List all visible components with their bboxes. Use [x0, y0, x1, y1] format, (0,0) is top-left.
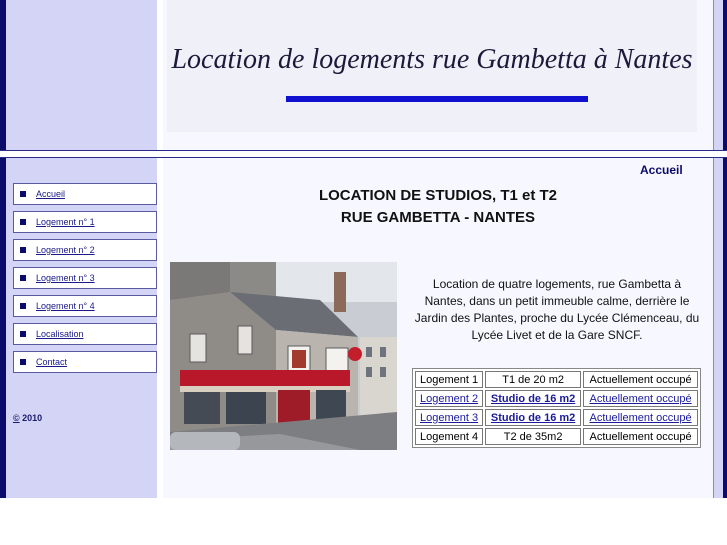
lodging-status-cell: Actuellement occupé — [583, 409, 698, 426]
page-title-line-2: RUE GAMBETTA - NANTES — [340, 209, 536, 226]
table-row: Logement 2 Studio de 16 m2 Actuellement … — [415, 390, 698, 407]
sidebar-item-label[interactable]: Logement n° 2 — [36, 245, 95, 255]
lodging-link[interactable]: Logement 3 — [420, 412, 478, 424]
header-separator — [0, 150, 727, 158]
square-bullet-icon — [20, 331, 26, 337]
square-bullet-icon — [20, 359, 26, 365]
copyright: © 2010 — [13, 413, 42, 423]
lodging-name-cell: Logement 3 — [415, 409, 484, 426]
table-row: Logement 4 T2 de 35m2 Actuellement occup… — [415, 428, 698, 445]
square-bullet-icon — [20, 191, 26, 197]
lodging-status: Actuellement occupé — [583, 428, 698, 445]
lodging-name: Logement 4 — [415, 428, 484, 445]
lodging-status-link[interactable]: Actuellement occupé — [589, 393, 691, 405]
lodging-type-cell: Studio de 16 m2 — [485, 390, 582, 407]
lodging-type-link[interactable]: Studio de 16 m2 — [491, 412, 575, 424]
table-row: Logement 1 T1 de 20 m2 Actuellement occu… — [415, 371, 698, 388]
lodging-type: T1 de 20 m2 — [485, 371, 582, 388]
sidebar-item-contact[interactable]: Contact — [13, 351, 157, 373]
page-frame: Location de logements rue Gambetta à Nan… — [0, 0, 727, 498]
title-underline — [286, 96, 588, 102]
lodging-link[interactable]: Logement 2 — [420, 393, 478, 405]
sidebar-item-accueil[interactable]: Accueil — [13, 183, 157, 205]
right-column — [713, 0, 723, 498]
square-bullet-icon — [20, 219, 26, 225]
sidebar-item-label[interactable]: Accueil — [36, 189, 65, 199]
page-title-line-1: LOCATION DE STUDIOS, T1 et T2 — [318, 187, 558, 204]
sidebar-item-logement-2[interactable]: Logement n° 2 — [13, 239, 157, 261]
sidebar-item-label[interactable]: Logement n° 1 — [36, 217, 95, 227]
sidebar-item-logement-4[interactable]: Logement n° 4 — [13, 295, 157, 317]
description-text: Location de quatre logements, rue Gambet… — [414, 277, 700, 342]
lodging-type-link[interactable]: Studio de 16 m2 — [491, 393, 575, 405]
copyright-year: 2010 — [22, 413, 43, 423]
sidebar-item-label[interactable]: Logement n° 4 — [36, 301, 95, 311]
site-header: Location de logements rue Gambetta à Nan… — [167, 0, 697, 132]
lodging-status-link[interactable]: Actuellement occupé — [589, 412, 691, 424]
building-photo — [170, 262, 397, 450]
lodging-name: Logement 1 — [415, 371, 484, 388]
table-row: Logement 3 Studio de 16 m2 Actuellement … — [415, 409, 698, 426]
sidebar-item-label[interactable]: Contact — [36, 357, 67, 367]
sidebar-nav: Accueil Logement n° 1 Logement n° 2 Loge… — [13, 183, 157, 379]
copyright-symbol[interactable]: © — [13, 413, 20, 423]
sidebar-item-logement-3[interactable]: Logement n° 3 — [13, 267, 157, 289]
square-bullet-icon — [20, 275, 26, 281]
breadcrumb: Accueil — [640, 163, 683, 177]
sidebar-item-logement-1[interactable]: Logement n° 1 — [13, 211, 157, 233]
square-bullet-icon — [20, 303, 26, 309]
sidebar-item-label[interactable]: Logement n° 3 — [36, 273, 95, 283]
site-title: Location de logements rue Gambetta à Nan… — [171, 44, 693, 75]
lodging-status: Actuellement occupé — [583, 371, 698, 388]
page-title: LOCATION DE STUDIOS, T1 et T2 RUE GAMBET… — [163, 185, 713, 229]
sidebar-item-localisation[interactable]: Localisation — [13, 323, 157, 345]
lodging-type: T2 de 35m2 — [485, 428, 582, 445]
lodging-name-cell: Logement 2 — [415, 390, 484, 407]
sidebar-item-label[interactable]: Localisation — [36, 329, 84, 339]
lodging-status-cell: Actuellement occupé — [583, 390, 698, 407]
lodging-table: Logement 1 T1 de 20 m2 Actuellement occu… — [412, 368, 701, 448]
lodging-type-cell: Studio de 16 m2 — [485, 409, 582, 426]
square-bullet-icon — [20, 247, 26, 253]
building-photo-image — [170, 262, 397, 450]
